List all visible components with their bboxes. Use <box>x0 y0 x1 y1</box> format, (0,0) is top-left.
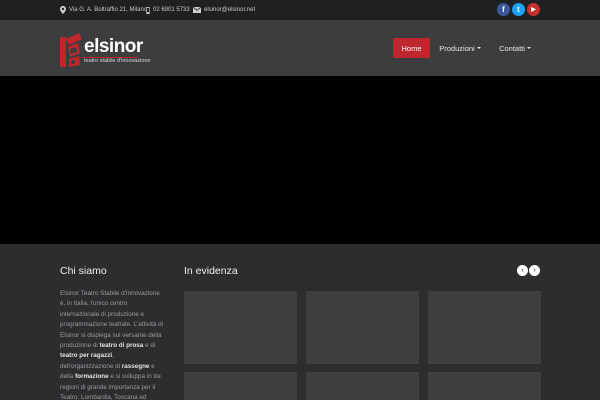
about-bold-prosa: teatro di prosa <box>99 342 144 350</box>
carousel-next-button[interactable]: › <box>529 265 540 276</box>
address-text: Via G. A. Boltraffio 21, Milano <box>69 7 148 13</box>
youtube-glyph: ▶ <box>531 6 536 13</box>
about-bold-ragazzi: teatro per ragazzi <box>60 352 113 360</box>
featured-card[interactable] <box>428 372 541 400</box>
nav-contatti[interactable]: Contatti <box>494 38 536 58</box>
chevron-left-icon: ‹ <box>521 267 524 274</box>
contact-phone: 02 6901 5733 <box>146 0 190 20</box>
featured-card[interactable] <box>306 372 419 400</box>
chevron-down-icon <box>476 47 481 49</box>
carousel-prev-button[interactable]: ‹ <box>517 265 528 276</box>
chevron-down-icon <box>526 47 531 49</box>
nav-produzioni[interactable]: Produzioni <box>436 38 484 58</box>
about-text-1: Elsinor Teatro Stabile d'Innovazione è, … <box>60 290 164 350</box>
youtube-icon[interactable]: ▶ <box>527 3 540 16</box>
nav-produzioni-label: Produzioni <box>439 43 475 53</box>
phone-icon <box>146 6 150 14</box>
logo-wordmark[interactable]: elsinor <box>84 37 143 56</box>
hero-banner <box>0 76 600 244</box>
facebook-icon[interactable]: f <box>497 3 510 16</box>
featured-card[interactable] <box>184 372 297 400</box>
nav-contatti-label: Contatti <box>499 43 525 53</box>
contact-email[interactable]: elsinor@elsinor.net <box>193 0 255 20</box>
email-text[interactable]: elsinor@elsinor.net <box>204 7 255 13</box>
contact-address: Via G. A. Boltraffio 21, Milano <box>60 0 147 20</box>
featured-card[interactable] <box>184 291 297 364</box>
about-text-2: e di <box>143 342 156 350</box>
about-bold-formazione: formazione <box>75 373 109 381</box>
map-pin-icon <box>60 6 66 14</box>
about-title: Chi siamo <box>60 265 107 277</box>
logo-mark-icon[interactable] <box>59 31 83 67</box>
twitter-glyph: t <box>517 4 520 14</box>
phone-text: 02 6901 5733 <box>153 7 190 13</box>
chevron-right-icon: › <box>533 267 536 274</box>
about-text: Elsinor Teatro Stabile d'Innovazione è, … <box>60 289 166 400</box>
featured-card[interactable] <box>428 291 541 364</box>
about-bold-rassegne: rassegne <box>121 362 150 370</box>
nav-home-label: Home <box>401 43 422 53</box>
featured-card[interactable] <box>306 291 419 364</box>
twitter-icon[interactable]: t <box>512 3 525 16</box>
nav-home[interactable]: Home <box>393 38 430 58</box>
facebook-glyph: f <box>502 4 505 14</box>
featured-title: In evidenza <box>184 265 238 277</box>
envelope-icon <box>193 7 201 13</box>
logo-tagline: teatro stabile d'innovazione <box>84 58 151 64</box>
